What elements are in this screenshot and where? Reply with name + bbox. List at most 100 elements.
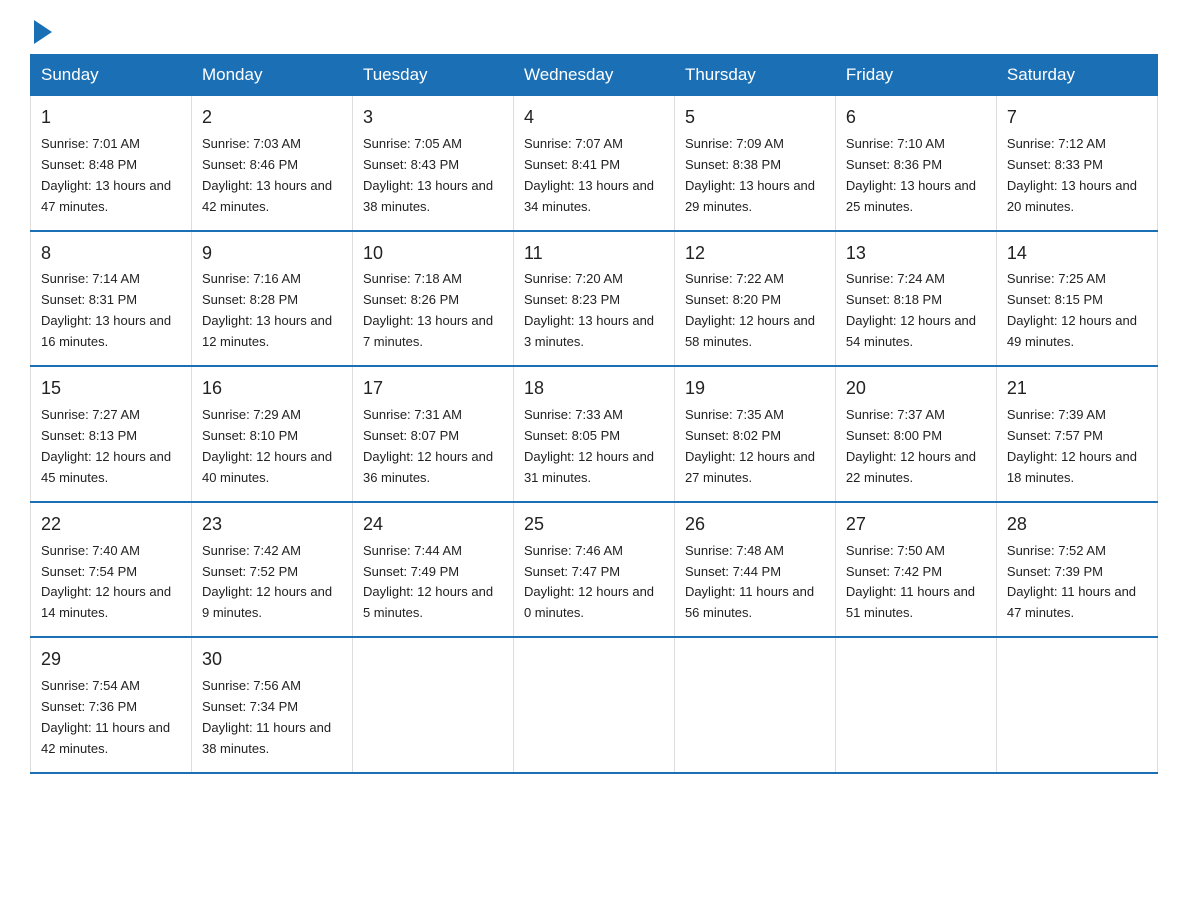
day-info: Sunrise: 7:10 AMSunset: 8:36 PMDaylight:… — [846, 136, 976, 214]
day-info: Sunrise: 7:25 AMSunset: 8:15 PMDaylight:… — [1007, 271, 1137, 349]
day-number: 14 — [1007, 240, 1147, 268]
day-number: 26 — [685, 511, 825, 539]
day-info: Sunrise: 7:16 AMSunset: 8:28 PMDaylight:… — [202, 271, 332, 349]
day-number: 15 — [41, 375, 181, 403]
calendar-cell: 20 Sunrise: 7:37 AMSunset: 8:00 PMDaylig… — [835, 366, 996, 502]
calendar-cell: 5 Sunrise: 7:09 AMSunset: 8:38 PMDayligh… — [674, 96, 835, 231]
day-number: 1 — [41, 104, 181, 132]
calendar-cell: 11 Sunrise: 7:20 AMSunset: 8:23 PMDaylig… — [513, 231, 674, 367]
day-info: Sunrise: 7:29 AMSunset: 8:10 PMDaylight:… — [202, 407, 332, 485]
calendar-cell: 12 Sunrise: 7:22 AMSunset: 8:20 PMDaylig… — [674, 231, 835, 367]
calendar-week-row: 22 Sunrise: 7:40 AMSunset: 7:54 PMDaylig… — [31, 502, 1158, 638]
day-number: 3 — [363, 104, 503, 132]
day-number: 5 — [685, 104, 825, 132]
day-number: 28 — [1007, 511, 1147, 539]
weekday-header-friday: Friday — [835, 55, 996, 96]
calendar-cell: 4 Sunrise: 7:07 AMSunset: 8:41 PMDayligh… — [513, 96, 674, 231]
logo — [30, 20, 52, 44]
calendar-cell: 9 Sunrise: 7:16 AMSunset: 8:28 PMDayligh… — [191, 231, 352, 367]
day-info: Sunrise: 7:22 AMSunset: 8:20 PMDaylight:… — [685, 271, 815, 349]
calendar-cell — [513, 637, 674, 773]
calendar-cell: 15 Sunrise: 7:27 AMSunset: 8:13 PMDaylig… — [31, 366, 192, 502]
calendar-cell: 1 Sunrise: 7:01 AMSunset: 8:48 PMDayligh… — [31, 96, 192, 231]
day-number: 20 — [846, 375, 986, 403]
day-info: Sunrise: 7:54 AMSunset: 7:36 PMDaylight:… — [41, 678, 170, 756]
day-number: 27 — [846, 511, 986, 539]
day-info: Sunrise: 7:46 AMSunset: 7:47 PMDaylight:… — [524, 543, 654, 621]
day-info: Sunrise: 7:50 AMSunset: 7:42 PMDaylight:… — [846, 543, 975, 621]
weekday-header-sunday: Sunday — [31, 55, 192, 96]
day-number: 13 — [846, 240, 986, 268]
day-info: Sunrise: 7:42 AMSunset: 7:52 PMDaylight:… — [202, 543, 332, 621]
weekday-header-row: SundayMondayTuesdayWednesdayThursdayFrid… — [31, 55, 1158, 96]
day-number: 23 — [202, 511, 342, 539]
day-info: Sunrise: 7:01 AMSunset: 8:48 PMDaylight:… — [41, 136, 171, 214]
calendar-cell: 13 Sunrise: 7:24 AMSunset: 8:18 PMDaylig… — [835, 231, 996, 367]
calendar-week-row: 8 Sunrise: 7:14 AMSunset: 8:31 PMDayligh… — [31, 231, 1158, 367]
calendar-cell: 21 Sunrise: 7:39 AMSunset: 7:57 PMDaylig… — [996, 366, 1157, 502]
calendar-cell: 16 Sunrise: 7:29 AMSunset: 8:10 PMDaylig… — [191, 366, 352, 502]
calendar-week-row: 29 Sunrise: 7:54 AMSunset: 7:36 PMDaylig… — [31, 637, 1158, 773]
calendar-week-row: 15 Sunrise: 7:27 AMSunset: 8:13 PMDaylig… — [31, 366, 1158, 502]
day-number: 21 — [1007, 375, 1147, 403]
day-info: Sunrise: 7:56 AMSunset: 7:34 PMDaylight:… — [202, 678, 331, 756]
calendar-cell — [674, 637, 835, 773]
weekday-header-tuesday: Tuesday — [352, 55, 513, 96]
day-info: Sunrise: 7:39 AMSunset: 7:57 PMDaylight:… — [1007, 407, 1137, 485]
day-info: Sunrise: 7:40 AMSunset: 7:54 PMDaylight:… — [41, 543, 171, 621]
day-number: 25 — [524, 511, 664, 539]
calendar-cell: 26 Sunrise: 7:48 AMSunset: 7:44 PMDaylig… — [674, 502, 835, 638]
calendar-cell — [835, 637, 996, 773]
day-number: 6 — [846, 104, 986, 132]
day-info: Sunrise: 7:35 AMSunset: 8:02 PMDaylight:… — [685, 407, 815, 485]
day-info: Sunrise: 7:09 AMSunset: 8:38 PMDaylight:… — [685, 136, 815, 214]
weekday-header-monday: Monday — [191, 55, 352, 96]
calendar-cell: 8 Sunrise: 7:14 AMSunset: 8:31 PMDayligh… — [31, 231, 192, 367]
day-info: Sunrise: 7:27 AMSunset: 8:13 PMDaylight:… — [41, 407, 171, 485]
day-number: 11 — [524, 240, 664, 268]
day-info: Sunrise: 7:48 AMSunset: 7:44 PMDaylight:… — [685, 543, 814, 621]
day-number: 9 — [202, 240, 342, 268]
day-info: Sunrise: 7:12 AMSunset: 8:33 PMDaylight:… — [1007, 136, 1137, 214]
day-info: Sunrise: 7:20 AMSunset: 8:23 PMDaylight:… — [524, 271, 654, 349]
weekday-header-wednesday: Wednesday — [513, 55, 674, 96]
day-info: Sunrise: 7:05 AMSunset: 8:43 PMDaylight:… — [363, 136, 493, 214]
calendar-week-row: 1 Sunrise: 7:01 AMSunset: 8:48 PMDayligh… — [31, 96, 1158, 231]
day-number: 4 — [524, 104, 664, 132]
calendar-cell: 3 Sunrise: 7:05 AMSunset: 8:43 PMDayligh… — [352, 96, 513, 231]
day-info: Sunrise: 7:14 AMSunset: 8:31 PMDaylight:… — [41, 271, 171, 349]
day-number: 2 — [202, 104, 342, 132]
day-info: Sunrise: 7:44 AMSunset: 7:49 PMDaylight:… — [363, 543, 493, 621]
calendar-cell: 29 Sunrise: 7:54 AMSunset: 7:36 PMDaylig… — [31, 637, 192, 773]
calendar-cell: 27 Sunrise: 7:50 AMSunset: 7:42 PMDaylig… — [835, 502, 996, 638]
day-number: 10 — [363, 240, 503, 268]
logo-arrow-icon — [34, 20, 52, 44]
day-info: Sunrise: 7:07 AMSunset: 8:41 PMDaylight:… — [524, 136, 654, 214]
day-number: 19 — [685, 375, 825, 403]
day-info: Sunrise: 7:31 AMSunset: 8:07 PMDaylight:… — [363, 407, 493, 485]
day-number: 29 — [41, 646, 181, 674]
weekday-header-thursday: Thursday — [674, 55, 835, 96]
calendar-cell: 6 Sunrise: 7:10 AMSunset: 8:36 PMDayligh… — [835, 96, 996, 231]
calendar-cell: 14 Sunrise: 7:25 AMSunset: 8:15 PMDaylig… — [996, 231, 1157, 367]
calendar-cell: 23 Sunrise: 7:42 AMSunset: 7:52 PMDaylig… — [191, 502, 352, 638]
calendar-cell: 10 Sunrise: 7:18 AMSunset: 8:26 PMDaylig… — [352, 231, 513, 367]
calendar-cell: 22 Sunrise: 7:40 AMSunset: 7:54 PMDaylig… — [31, 502, 192, 638]
day-info: Sunrise: 7:52 AMSunset: 7:39 PMDaylight:… — [1007, 543, 1136, 621]
calendar-cell — [352, 637, 513, 773]
day-info: Sunrise: 7:24 AMSunset: 8:18 PMDaylight:… — [846, 271, 976, 349]
calendar-cell — [996, 637, 1157, 773]
day-number: 8 — [41, 240, 181, 268]
day-number: 16 — [202, 375, 342, 403]
calendar-cell: 24 Sunrise: 7:44 AMSunset: 7:49 PMDaylig… — [352, 502, 513, 638]
calendar-table: SundayMondayTuesdayWednesdayThursdayFrid… — [30, 54, 1158, 774]
day-info: Sunrise: 7:03 AMSunset: 8:46 PMDaylight:… — [202, 136, 332, 214]
day-number: 22 — [41, 511, 181, 539]
day-number: 12 — [685, 240, 825, 268]
weekday-header-saturday: Saturday — [996, 55, 1157, 96]
calendar-cell: 17 Sunrise: 7:31 AMSunset: 8:07 PMDaylig… — [352, 366, 513, 502]
calendar-cell: 18 Sunrise: 7:33 AMSunset: 8:05 PMDaylig… — [513, 366, 674, 502]
calendar-cell: 7 Sunrise: 7:12 AMSunset: 8:33 PMDayligh… — [996, 96, 1157, 231]
calendar-cell: 2 Sunrise: 7:03 AMSunset: 8:46 PMDayligh… — [191, 96, 352, 231]
day-info: Sunrise: 7:18 AMSunset: 8:26 PMDaylight:… — [363, 271, 493, 349]
